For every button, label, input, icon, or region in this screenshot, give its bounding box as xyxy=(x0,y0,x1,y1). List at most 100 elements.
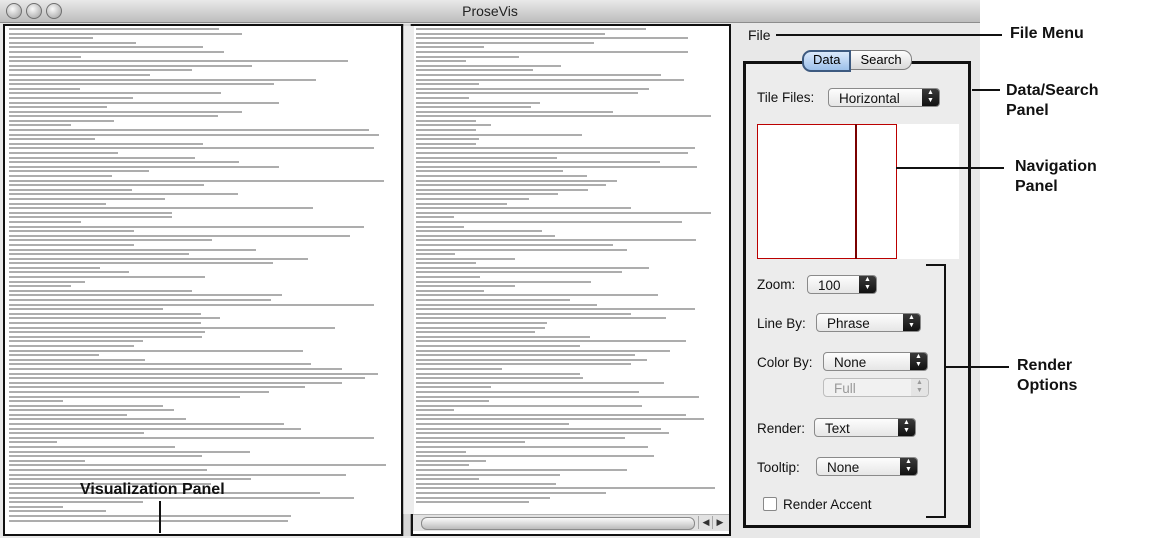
text-line xyxy=(9,165,279,168)
text-line xyxy=(9,409,174,412)
text-line xyxy=(416,478,479,481)
nav-viewport-frame[interactable] xyxy=(757,124,897,259)
window-title: ProseVis xyxy=(462,3,518,19)
text-line xyxy=(416,487,715,490)
visualization-panel-right[interactable] xyxy=(411,24,731,536)
text-line xyxy=(416,55,519,58)
text-line xyxy=(416,202,507,205)
visualization-pointer xyxy=(159,501,161,533)
text-line xyxy=(416,138,479,141)
text-line xyxy=(416,413,686,416)
text-line xyxy=(416,78,684,81)
tile-files-select[interactable]: Horizontal ▲ ▼ xyxy=(828,88,940,107)
text-line xyxy=(416,83,479,86)
scroll-left-arrow-icon[interactable]: ◀ xyxy=(698,516,713,529)
scroll-right-arrow-icon[interactable]: ▶ xyxy=(712,516,727,529)
text-line xyxy=(416,165,697,168)
text-line xyxy=(416,340,686,343)
text-line xyxy=(9,404,163,407)
text-line xyxy=(416,280,591,283)
text-line xyxy=(9,413,127,416)
zoom-select[interactable]: 100 ▲ ▼ xyxy=(807,275,877,294)
text-line xyxy=(9,469,207,471)
text-line xyxy=(9,32,242,35)
tile-files-label: Tile Files: xyxy=(757,90,815,105)
text-line xyxy=(416,482,556,485)
text-line xyxy=(9,106,107,109)
text-line xyxy=(9,142,203,145)
horizontal-scrollbar[interactable]: ◀ ▶ xyxy=(413,514,729,531)
text-line xyxy=(9,73,150,76)
scroll-thumb[interactable] xyxy=(421,517,695,530)
text-line xyxy=(416,234,555,237)
tab-data[interactable]: Data xyxy=(802,50,852,72)
text-line xyxy=(416,156,557,159)
text-line xyxy=(9,211,172,214)
line-by-select[interactable]: Phrase ▲ ▼ xyxy=(816,313,921,332)
text-line xyxy=(9,344,134,347)
line-by-label: Line By: xyxy=(757,316,806,331)
text-line xyxy=(416,60,466,63)
text-line xyxy=(416,349,670,352)
text-line xyxy=(416,308,695,311)
tooltip-value: None xyxy=(827,460,860,475)
text-line xyxy=(416,37,688,40)
text-line xyxy=(416,386,491,389)
text-line xyxy=(416,184,606,187)
text-line xyxy=(9,161,239,164)
text-line xyxy=(416,106,531,109)
text-line xyxy=(416,92,638,95)
color-by-select[interactable]: None ▲ ▼ xyxy=(823,352,928,371)
text-line xyxy=(416,220,682,223)
text-line xyxy=(416,170,563,173)
render-accent-checkbox[interactable] xyxy=(763,497,777,511)
text-line xyxy=(9,289,192,292)
stepper-arrows-icon: ▲ ▼ xyxy=(859,276,876,293)
text-line xyxy=(9,64,252,67)
text-line xyxy=(9,294,282,297)
text-line xyxy=(416,46,484,49)
text-line xyxy=(416,32,605,35)
text-line xyxy=(9,271,129,274)
text-line xyxy=(416,28,646,30)
text-line xyxy=(9,69,192,72)
text-line xyxy=(9,197,165,200)
text-line xyxy=(9,248,256,251)
text-line xyxy=(416,446,648,449)
visualization-panel-left[interactable] xyxy=(3,24,403,536)
text-line xyxy=(9,156,195,159)
vertical-scrollbar[interactable] xyxy=(403,26,414,514)
tab-search[interactable]: Search xyxy=(851,50,912,70)
tooltip-select[interactable]: None ▲ ▼ xyxy=(816,457,918,476)
file-menu[interactable]: File xyxy=(748,27,771,43)
text-line xyxy=(416,276,480,279)
text-line xyxy=(9,510,106,513)
text-line xyxy=(416,124,491,127)
text-line xyxy=(416,372,580,375)
line-by-value: Phrase xyxy=(827,316,870,331)
text-line xyxy=(9,41,136,44)
navigation-panel[interactable] xyxy=(757,124,959,259)
text-line xyxy=(9,253,189,256)
text-line xyxy=(9,230,134,233)
nav-file-divider xyxy=(855,124,857,259)
text-line xyxy=(9,96,133,99)
color-by-label: Color By: xyxy=(757,355,813,370)
visualization-annotation: Visualization Panel xyxy=(80,481,225,498)
text-line xyxy=(9,92,221,95)
text-line xyxy=(416,115,711,118)
render-select[interactable]: Text ▲ ▼ xyxy=(814,418,916,437)
text-line xyxy=(9,400,63,403)
navigation-pointer xyxy=(896,167,1004,169)
text-line xyxy=(9,322,201,324)
text-line xyxy=(9,28,219,30)
text-line xyxy=(9,436,374,439)
text-line xyxy=(9,257,308,260)
text-line xyxy=(416,335,590,338)
text-line xyxy=(416,501,529,504)
text-line xyxy=(9,179,384,182)
tooltip-label: Tooltip: xyxy=(757,460,800,475)
text-line xyxy=(9,390,269,393)
text-line xyxy=(9,83,274,86)
text-line xyxy=(416,147,695,150)
